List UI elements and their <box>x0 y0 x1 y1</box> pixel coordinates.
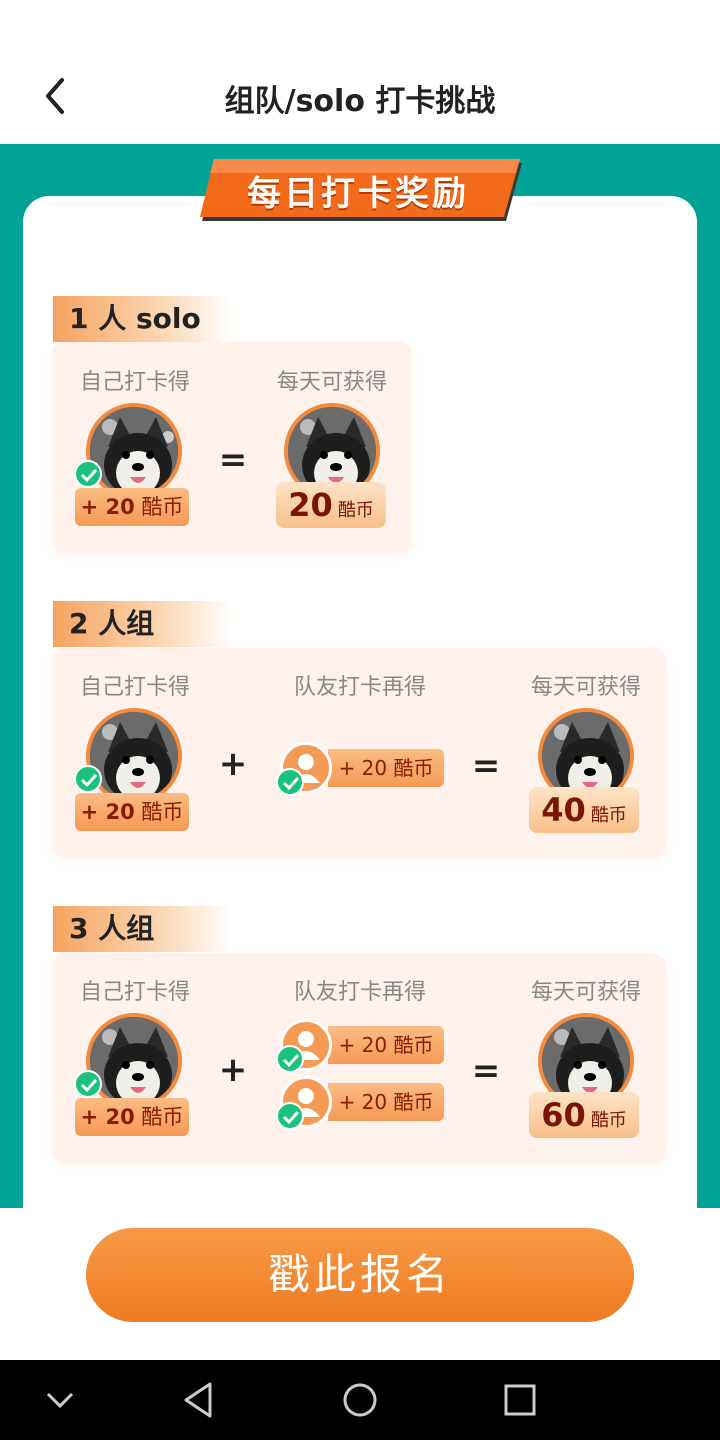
mate-caption: 队友打卡再得 <box>293 980 426 1005</box>
daily-total: 60 酷币 <box>529 1092 639 1138</box>
plus-sign: + <box>218 1050 248 1090</box>
section-label-3: 3 人组 <box>53 906 233 952</box>
equals-sign: = <box>471 746 501 786</box>
daily-total: 20 酷币 <box>276 482 386 528</box>
self-reward-pill: + 20 酷币 <box>75 793 189 831</box>
self-caption: 自己打卡得 <box>79 980 190 1005</box>
signup-button[interactable]: 戳此报名 <box>86 1228 634 1322</box>
self-caption: 自己打卡得 <box>79 675 190 700</box>
check-icon <box>74 1070 102 1098</box>
daily-total: 40 酷币 <box>529 787 639 833</box>
page-title: 组队/solo 打卡挑战 <box>224 84 496 119</box>
banner-title: 每日打卡奖励 <box>247 174 469 214</box>
avatar <box>86 708 182 804</box>
check-icon <box>74 765 102 793</box>
back-triangle-icon[interactable] <box>178 1378 222 1422</box>
check-icon <box>276 1102 304 1130</box>
chevron-down-icon[interactable] <box>38 1378 82 1422</box>
mate-caption: 队友打卡再得 <box>293 675 426 700</box>
check-icon <box>276 768 304 796</box>
mate-reward-pill: + 20 酷币 <box>328 749 444 787</box>
total-caption: 每天可获得 <box>276 370 387 395</box>
section-label-2: 2 人组 <box>53 601 233 647</box>
check-icon <box>276 1045 304 1073</box>
app-header: 组队/solo 打卡挑战 <box>0 0 720 144</box>
equals-sign: = <box>471 1051 501 1091</box>
self-caption: 自己打卡得 <box>79 370 190 395</box>
total-caption: 每天可获得 <box>530 675 641 700</box>
self-reward-pill: + 20 酷币 <box>75 488 189 526</box>
section-label-solo: 1 人 solo <box>53 296 233 342</box>
home-circle-icon[interactable] <box>338 1378 382 1422</box>
system-nav-bar <box>0 1360 720 1440</box>
recent-apps-square-icon[interactable] <box>498 1378 542 1422</box>
avatar <box>86 1013 182 1109</box>
total-caption: 每天可获得 <box>530 980 641 1005</box>
check-icon <box>74 460 102 488</box>
mate-reward-pill: + 20 酷币 <box>328 1026 444 1064</box>
equals-sign: = <box>218 440 248 480</box>
self-reward-pill: + 20 酷币 <box>75 1098 189 1136</box>
plus-sign: + <box>218 744 248 784</box>
avatar <box>86 403 182 499</box>
mate-reward-pill: + 20 酷币 <box>328 1083 444 1121</box>
